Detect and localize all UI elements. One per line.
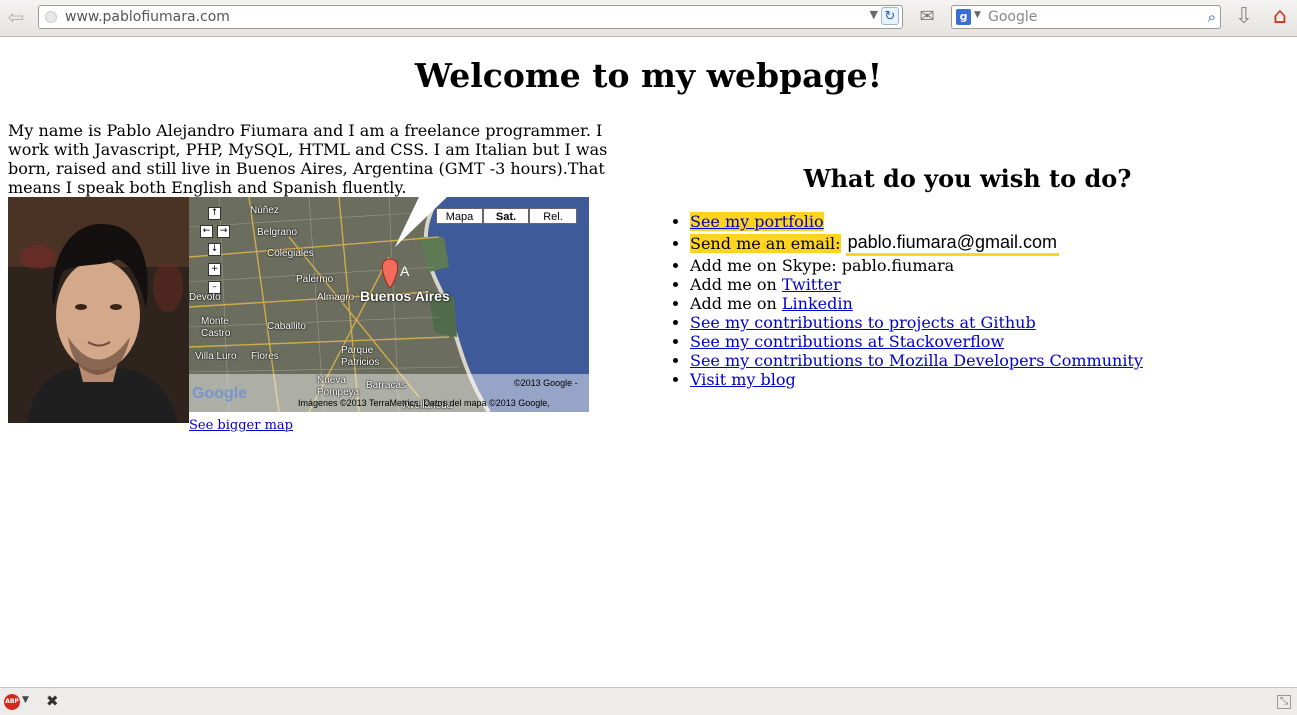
map-pan-down-icon[interactable]: ↓	[208, 243, 221, 256]
list-item: See my contributions at Stackoverflow	[690, 332, 1290, 351]
map-pan-left-icon[interactable]: ←	[200, 225, 213, 238]
email-label: Send me an email:	[690, 234, 841, 253]
map-embed[interactable]: Mapa Sat. Rel. ↑ ← → ↓ + – Núñez Belgran…	[189, 197, 589, 412]
github-link[interactable]: See my contributions to projects at Gith…	[690, 313, 1036, 332]
home-icon[interactable]: ⌂	[1267, 4, 1293, 30]
portfolio-link[interactable]: See my portfolio	[690, 212, 824, 231]
download-icon[interactable]: ⇩	[1232, 5, 1256, 29]
site-globe-icon	[45, 11, 57, 23]
map-copyright: ©2013 Google -	[514, 378, 578, 388]
adblock-icon[interactable]: ABP	[4, 694, 20, 710]
search-input[interactable]: Google	[988, 9, 1037, 25]
status-bar: ABP ▼ ✖ ⤡	[0, 687, 1297, 715]
google-search-engine-icon[interactable]: g	[956, 9, 971, 25]
url-dropdown-icon[interactable]: ▼	[870, 8, 878, 21]
actions-heading: What do you wish to do?	[803, 164, 1132, 193]
adblock-dropdown-icon[interactable]: ▼	[22, 695, 29, 705]
list-item: Add me on Skype: pablo.fiumara	[690, 256, 1290, 275]
address-bar[interactable]: www.pablofiumara.com ▼ ↻	[38, 5, 903, 29]
email-field[interactable]: pablo.fiumara@gmail.com	[845, 231, 1059, 256]
map-label-devoto: Devoto	[189, 292, 221, 303]
back-arrow-icon[interactable]: ⇦	[4, 6, 28, 28]
url-text[interactable]: www.pablofiumara.com	[65, 9, 230, 25]
list-item: Add me on Twitter	[690, 275, 1290, 294]
skype-text: Add me on Skype: pablo.fiumara	[690, 256, 955, 275]
search-magnifier-icon[interactable]: ⌕	[1208, 8, 1216, 26]
map-label-villa-luro: Villa Luro	[195, 351, 237, 362]
map-type-relief-button[interactable]: Rel.	[529, 208, 577, 224]
list-item: See my contributions to Mozilla Develope…	[690, 351, 1290, 370]
map-label-colegiales: Colegiales	[267, 248, 314, 259]
map-label-palermo: Palermo	[296, 274, 334, 285]
map-type-satellite-button[interactable]: Sat.	[483, 208, 529, 224]
twitter-prefix: Add me on	[690, 275, 777, 294]
profile-photo-image	[8, 197, 189, 423]
page-content: Welcome to my webpage! My name is Pablo …	[0, 37, 1297, 687]
blog-link[interactable]: Visit my blog	[690, 370, 796, 389]
intro-paragraph: My name is Pablo Alejandro Fiumara and I…	[8, 121, 608, 197]
map-label-caballito: Caballito	[267, 321, 306, 332]
map-label-almagro: Almagro	[317, 292, 355, 303]
list-item: Visit my blog	[690, 370, 1290, 389]
map-label-nueva-pompeya: Nueva Pompeya	[317, 375, 360, 398]
mail-icon[interactable]: ✉	[914, 6, 940, 28]
reload-icon[interactable]: ↻	[881, 7, 899, 25]
mozilla-link[interactable]: See my contributions to Mozilla Develope…	[690, 351, 1143, 370]
search-bar[interactable]: g ▼ Google ⌕	[951, 5, 1221, 29]
profile-photo	[8, 197, 189, 423]
search-engine-dropdown-icon[interactable]: ▼	[974, 10, 981, 20]
page-title: Welcome to my webpage!	[414, 56, 883, 95]
map-label-nunez: Núñez	[250, 205, 279, 216]
map-label-monte-castro: Monte Castro	[201, 316, 231, 339]
resize-grip-icon[interactable]: ⤡	[1277, 695, 1291, 709]
see-bigger-map-link[interactable]: See bigger map	[189, 418, 293, 433]
map-zoom-in-icon[interactable]: +	[208, 263, 221, 276]
list-item: See my contributions to projects at Gith…	[690, 313, 1290, 332]
google-logo[interactable]: Google	[192, 385, 247, 403]
map-label-flores: Flores	[251, 351, 279, 362]
twitter-link[interactable]: Twitter	[782, 275, 841, 294]
map-pan-right-icon[interactable]: →	[217, 225, 230, 238]
map-pan-up-icon[interactable]: ↑	[208, 207, 221, 220]
stackoverflow-link[interactable]: See my contributions at Stackoverflow	[690, 332, 1004, 351]
linkedin-prefix: Add me on	[690, 294, 777, 313]
actions-list: See my portfolio Send me an email: pablo…	[690, 212, 1290, 389]
map-attribution: Imágenes ©2013 TerraMetrics, Datos del m…	[298, 398, 550, 408]
map-label-barracas: Barracas	[366, 380, 407, 391]
close-icon[interactable]: ✖	[46, 692, 59, 710]
map-marker-label[interactable]: A	[400, 263, 409, 279]
actions-panel: What do you wish to do? See my portfolio…	[660, 162, 1275, 389]
linkedin-link[interactable]: Linkedin	[782, 294, 853, 313]
map-type-mapa-button[interactable]: Mapa	[436, 208, 483, 224]
browser-toolbar: ⇦ www.pablofiumara.com ▼ ↻ ✉ g ▼ Google …	[0, 0, 1297, 37]
list-item: See my portfolio	[690, 212, 1290, 231]
map-label-parque-patricios: Parque Patricios	[341, 345, 380, 368]
list-item: Send me an email: pablo.fiumara@gmail.co…	[690, 231, 1290, 256]
map-label-belgrano: Belgrano	[257, 227, 298, 238]
map-label-buenos-aires: Buenos Aires	[360, 288, 450, 304]
list-item: Add me on Linkedin	[690, 294, 1290, 313]
